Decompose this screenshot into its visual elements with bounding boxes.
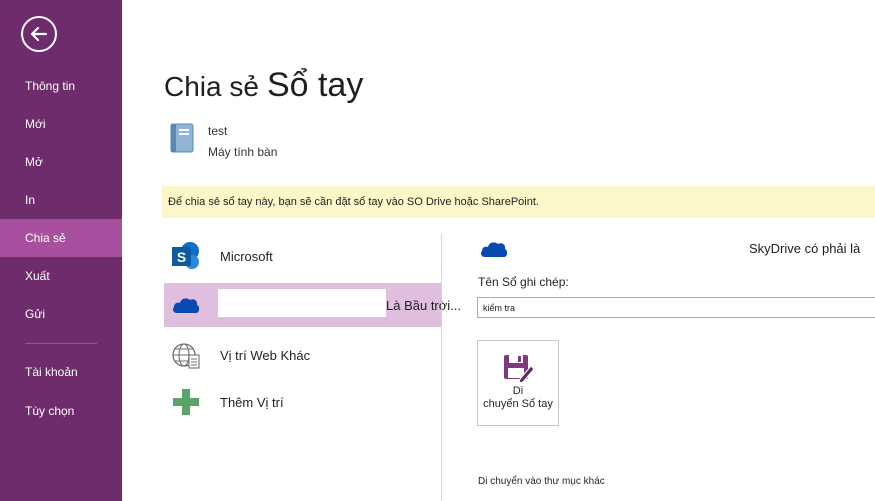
notebook-icon: [170, 123, 194, 153]
nav-item-label: Chia sẻ: [25, 231, 66, 245]
page-title-part2: Sổ tay: [266, 66, 364, 104]
nav-item-label: Thông tin: [25, 79, 76, 93]
nav-item-label: Tùy chọn: [25, 404, 75, 418]
nav-item-export[interactable]: Xuất: [0, 257, 122, 295]
nav-item-print[interactable]: In: [0, 181, 122, 219]
nav-item-label: Mới: [25, 117, 46, 131]
nav-item-label: Gửi: [25, 307, 46, 321]
notebook-name-label: Tên Sổ ghi chép:: [478, 275, 569, 289]
nav-divider: [25, 343, 97, 344]
globe-document-icon: [172, 343, 200, 369]
move-to-other-folder-link[interactable]: Di chuyển vào thư mục khác: [478, 476, 605, 487]
right-panel-heading: SkyDrive có phải là: [749, 241, 861, 256]
location-label: Là Bầu trời...: [386, 297, 462, 313]
nav-item-label: Mở: [25, 155, 43, 169]
notebook-location: Máy tính bàn: [208, 145, 278, 159]
svg-text:S: S: [177, 249, 186, 265]
backstage-sidebar: Thông tin Mới Mở In Chia sẻ Xuất Gửi Tài…: [0, 0, 122, 501]
nav-item-send[interactable]: Gửi: [0, 295, 122, 333]
location-add[interactable]: Thêm Vị trí: [164, 380, 441, 424]
nav-item-options[interactable]: Tùy chọn: [0, 392, 122, 430]
notebook-name-input[interactable]: [477, 297, 875, 318]
notebook-name: test: [208, 124, 228, 138]
location-other-web[interactable]: Vị trí Web Khác: [164, 333, 441, 377]
arrow-left-icon: [30, 26, 48, 42]
nav-item-info[interactable]: Thông tin: [0, 67, 122, 105]
move-notebook-label-line1: Di: [512, 385, 524, 397]
onedrive-cloud-icon: [481, 242, 508, 257]
info-banner-text: Để chia sẻ sổ tay này, bạn sẽ cần đặt sổ…: [168, 196, 539, 208]
location-cloud[interactable]: Là Bầu trời...: [164, 283, 461, 327]
nav-item-label: Tài khoản: [25, 365, 78, 379]
back-button[interactable]: [21, 16, 57, 52]
page-title: Chia sẻ Sổ tay: [164, 66, 363, 105]
nav-item-label: Xuất: [25, 269, 50, 283]
location-name-field: [218, 289, 386, 317]
location-label: Microsoft: [220, 248, 273, 264]
page-title-part1: Chia sẻ: [164, 71, 259, 102]
location-label: Thêm Vị trí: [220, 394, 284, 410]
location-microsoft[interactable]: S Microsoft: [164, 234, 441, 278]
plus-icon: [173, 389, 199, 415]
info-banner: Để chia sẻ sổ tay này, bạn sẽ cần đặt sổ…: [162, 186, 875, 218]
nav-item-label: In: [25, 193, 36, 207]
move-notebook-button[interactable]: Di chuyển Sổ tay: [477, 340, 559, 426]
floppy-disk-pencil-icon: [504, 355, 534, 383]
nav-item-new[interactable]: Mới: [0, 105, 122, 143]
sharepoint-icon: S: [172, 242, 199, 269]
onedrive-cloud-icon: [173, 298, 200, 313]
nav-item-account[interactable]: Tài khoản: [0, 353, 122, 391]
panel-divider: [441, 233, 442, 501]
location-label: Vị trí Web Khác: [220, 347, 311, 363]
nav-item-share[interactable]: Chia sẻ: [0, 219, 122, 257]
nav-item-open[interactable]: Mở: [0, 143, 122, 181]
move-notebook-label-line2: chuyển Sổ tay: [483, 398, 553, 410]
